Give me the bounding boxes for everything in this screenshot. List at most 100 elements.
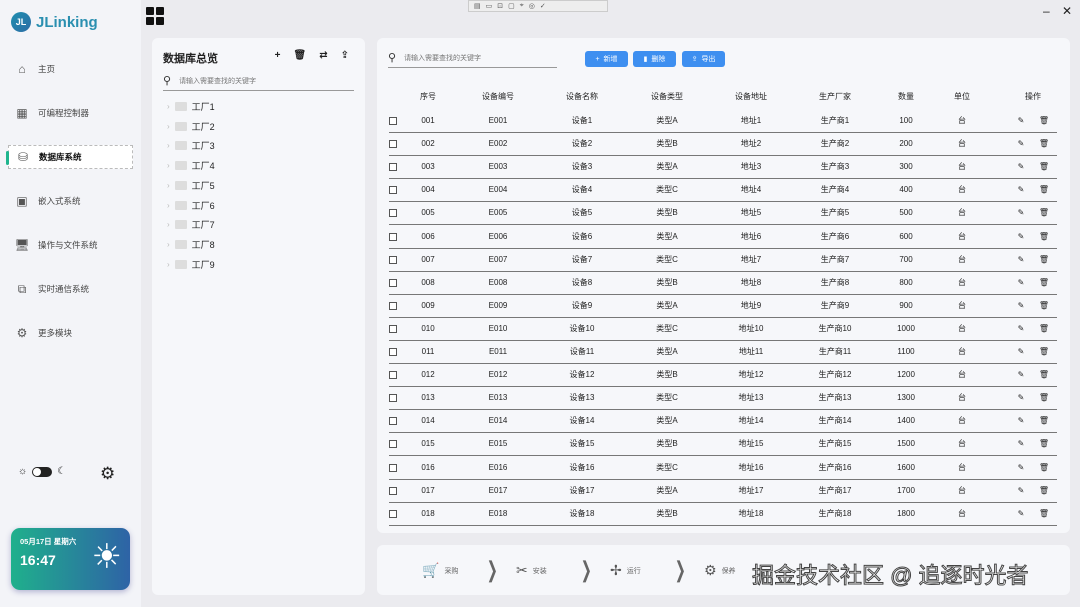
tree-item[interactable]: › 工厂8: [167, 238, 215, 251]
tree-search-input[interactable]: ⚲ 请输入需要查找的关键字: [163, 74, 354, 91]
tree-item[interactable]: › 工厂6: [167, 199, 215, 212]
delete-row-icon[interactable]: 🗑: [1039, 156, 1049, 178]
delete-row-icon[interactable]: 🗑: [1039, 133, 1049, 155]
delete-row-icon[interactable]: 🗑: [1039, 110, 1049, 132]
row-checkbox[interactable]: [389, 440, 397, 449]
close-button[interactable]: ✕: [1062, 4, 1072, 18]
table-row[interactable]: 007 E007 设备7 类型C 地址7 生产商7 700 台 ✎ 🗑: [389, 249, 1057, 272]
add-icon[interactable]: +: [275, 50, 281, 61]
process-step[interactable]: 🛒 采购: [422, 562, 458, 579]
row-checkbox[interactable]: [389, 163, 397, 172]
edit-icon[interactable]: ✎: [1018, 433, 1025, 455]
row-checkbox[interactable]: [389, 348, 397, 356]
delete-row-icon[interactable]: 🗑: [1039, 202, 1049, 224]
chevron-right-icon[interactable]: ›: [167, 122, 170, 131]
row-checkbox[interactable]: [389, 509, 397, 518]
delete-row-icon[interactable]: 🗑: [1039, 410, 1049, 432]
row-checkbox[interactable]: [389, 417, 397, 426]
floating-toolbar[interactable]: ▤ ▭ ⊡ ▢ ⌖ ◎ ✓: [468, 0, 608, 12]
table-row[interactable]: 015 E015 设备15 类型B 地址15 生产商15 1500 台 ✎ 🗑: [389, 433, 1057, 457]
table-row[interactable]: 013 E013 设备13 类型C 地址13 生产商13 1300 台 ✎ 🗑: [389, 387, 1057, 411]
minimize-button[interactable]: –: [1043, 4, 1050, 18]
sidebar-item-6[interactable]: ⚙ 更多模块: [8, 321, 133, 345]
upload-icon[interactable]: ⇪: [341, 50, 349, 61]
chevron-right-icon[interactable]: ›: [167, 260, 170, 269]
edit-icon[interactable]: ✎: [1018, 457, 1025, 479]
edit-icon[interactable]: ✎: [1018, 249, 1025, 271]
edit-icon[interactable]: ✎: [1018, 226, 1025, 248]
delete-row-icon[interactable]: 🗑: [1039, 226, 1049, 248]
edit-icon[interactable]: ✎: [1018, 364, 1025, 386]
process-step[interactable]: ✂ 安装: [516, 562, 547, 579]
table-row[interactable]: 009 E009 设备9 类型A 地址9 生产商9 900 台 ✎ 🗑: [389, 295, 1057, 318]
chevron-right-icon[interactable]: ›: [167, 240, 170, 249]
delete-row-icon[interactable]: 🗑: [1039, 341, 1049, 363]
edit-icon[interactable]: ✎: [1018, 387, 1025, 409]
delete-button[interactable]: ▮ 删除: [633, 51, 676, 67]
table-row[interactable]: 011 E011 设备11 类型A 地址11 生产商11 1100 台 ✎ 🗑: [389, 341, 1057, 364]
row-checkbox[interactable]: [389, 371, 397, 380]
row-checkbox[interactable]: [389, 324, 397, 333]
delete-row-icon[interactable]: 🗑: [1039, 433, 1049, 455]
table-row[interactable]: 004 E004 设备4 类型C 地址4 生产商4 400 台 ✎ 🗑: [389, 179, 1057, 203]
row-checkbox[interactable]: [389, 463, 397, 472]
row-checkbox[interactable]: [389, 140, 397, 149]
theme-toggle[interactable]: [32, 466, 53, 477]
sidebar-item-1[interactable]: ▦ 可编程控制器: [8, 101, 133, 125]
delete-row-icon[interactable]: 🗑: [1039, 249, 1049, 271]
table-row[interactable]: 008 E008 设备8 类型B 地址8 生产商8 800 台 ✎ 🗑: [389, 272, 1057, 295]
edit-icon[interactable]: ✎: [1018, 110, 1025, 132]
delete-row-icon[interactable]: 🗑: [1039, 272, 1049, 294]
chevron-right-icon[interactable]: ›: [167, 201, 170, 210]
row-checkbox[interactable]: [389, 255, 397, 264]
chevron-right-icon[interactable]: ›: [167, 181, 170, 190]
swap-icon[interactable]: ⇄: [319, 50, 327, 61]
process-step[interactable]: ⚙ 保养: [704, 562, 736, 579]
chevron-right-icon[interactable]: ›: [167, 141, 170, 150]
table-row[interactable]: 002 E002 设备2 类型B 地址2 生产商2 200 台 ✎ 🗑: [389, 133, 1057, 157]
sidebar-item-2[interactable]: ⛁ 数据库系统: [6, 145, 133, 169]
tree-item[interactable]: › 工厂4: [167, 159, 215, 172]
delete-row-icon[interactable]: 🗑: [1039, 503, 1049, 525]
sidebar-item-5[interactable]: ⧉ 实时通信系统: [8, 277, 133, 301]
edit-icon[interactable]: ✎: [1018, 341, 1025, 363]
tree-item[interactable]: › 工厂1: [167, 100, 215, 113]
table-row[interactable]: 006 E006 设备6 类型A 地址6 生产商6 600 台 ✎ 🗑: [389, 226, 1057, 249]
edit-icon[interactable]: ✎: [1018, 133, 1025, 155]
tree-item[interactable]: › 工厂7: [167, 218, 215, 231]
settings-gear-icon[interactable]: ⚙: [100, 464, 115, 484]
process-step[interactable]: ✢ 运行: [610, 562, 641, 579]
table-row[interactable]: 001 E001 设备1 类型A 地址1 生产商1 100 台 ✎ 🗑: [389, 110, 1057, 133]
row-checkbox[interactable]: [389, 232, 397, 241]
sidebar-item-4[interactable]: 🖥 操作与文件系统: [8, 233, 133, 257]
chevron-right-icon[interactable]: ›: [167, 102, 170, 111]
tree-item[interactable]: › 工厂5: [167, 179, 215, 192]
edit-icon[interactable]: ✎: [1018, 156, 1025, 178]
row-checkbox[interactable]: [389, 117, 397, 125]
delete-row-icon[interactable]: 🗑: [1039, 457, 1049, 479]
app-grid-icon[interactable]: [146, 7, 164, 25]
table-row[interactable]: 012 E012 设备12 类型B 地址12 生产商12 1200 台 ✎ 🗑: [389, 364, 1057, 388]
edit-icon[interactable]: ✎: [1018, 480, 1025, 502]
add-button[interactable]: + 新增: [585, 51, 628, 67]
edit-icon[interactable]: ✎: [1018, 272, 1025, 294]
table-row[interactable]: 005 E005 设备5 类型B 地址5 生产商5 500 台 ✎ 🗑: [389, 202, 1057, 226]
sidebar-item-3[interactable]: ▣ 嵌入式系统: [8, 189, 133, 213]
row-checkbox[interactable]: [389, 486, 397, 495]
row-checkbox[interactable]: [389, 278, 397, 287]
table-row[interactable]: 017 E017 设备17 类型A 地址17 生产商17 1700 台 ✎ 🗑: [389, 480, 1057, 503]
row-checkbox[interactable]: [389, 394, 397, 403]
delete-row-icon[interactable]: 🗑: [1039, 364, 1049, 386]
table-row[interactable]: 016 E016 设备16 类型C 地址16 生产商16 1600 台 ✎ 🗑: [389, 457, 1057, 480]
chevron-right-icon[interactable]: ›: [167, 220, 170, 229]
delete-row-icon[interactable]: 🗑: [1039, 387, 1049, 409]
delete-row-icon[interactable]: 🗑: [1039, 318, 1049, 340]
sidebar-item-0[interactable]: ⌂ 主页: [8, 57, 133, 81]
table-row[interactable]: 014 E014 设备14 类型A 地址14 生产商14 1400 台 ✎ 🗑: [389, 410, 1057, 434]
table-search-input[interactable]: ⚲ 请输入需要查找的关键字: [388, 51, 557, 68]
table-row[interactable]: 018 E018 设备18 类型B 地址18 生产商18 1800 台 ✎ 🗑: [389, 503, 1057, 526]
row-checkbox[interactable]: [389, 186, 397, 195]
export-button[interactable]: ⇪ 导出: [682, 51, 725, 67]
edit-icon[interactable]: ✎: [1018, 179, 1025, 201]
theme-switch[interactable]: ☼ ☾: [18, 466, 66, 477]
